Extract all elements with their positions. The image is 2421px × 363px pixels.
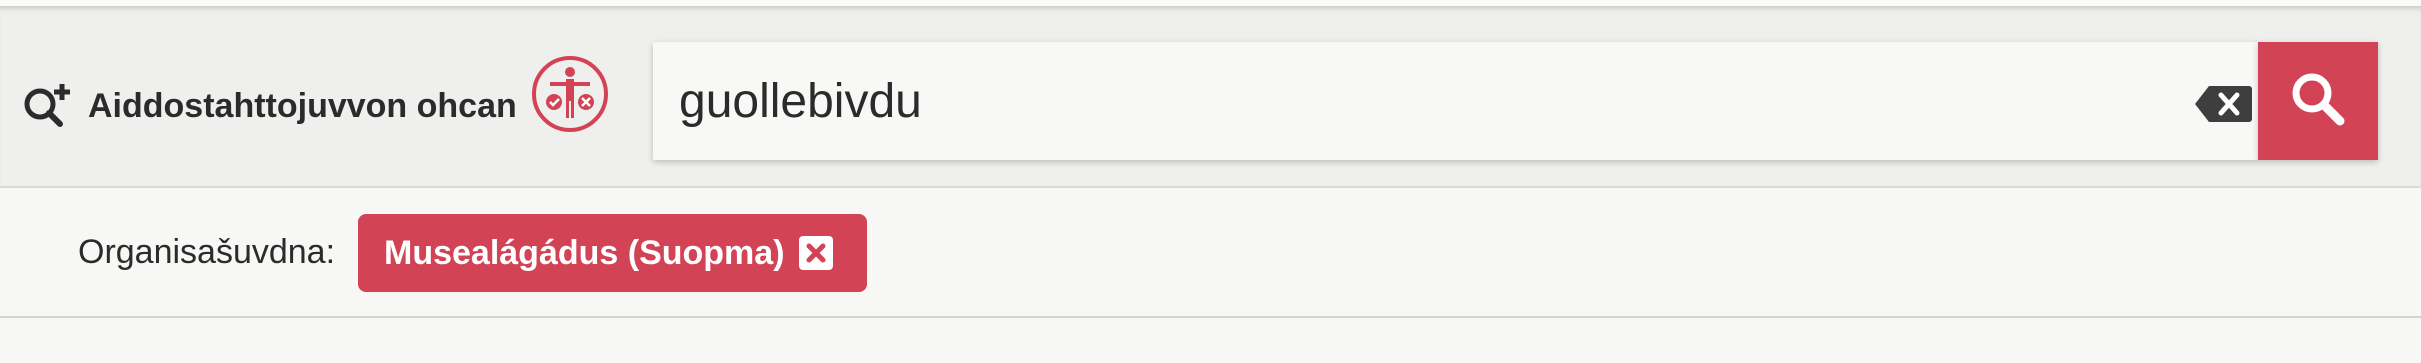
page-content-area (0, 318, 2421, 363)
search-button[interactable] (2258, 42, 2378, 160)
backspace-clear-icon[interactable] (2193, 84, 2253, 124)
search-header: Aiddostahttojuvvon ohcan (0, 6, 2421, 188)
filter-chip[interactable]: Musealágádus (Suopma) (358, 214, 867, 292)
search-box (653, 42, 2258, 160)
close-square-icon[interactable] (798, 236, 833, 270)
advanced-search-label: Aiddostahttojuvvon ohcan (88, 86, 517, 125)
advanced-search-link[interactable]: Aiddostahttojuvvon ohcan (22, 76, 517, 136)
search-plus-icon (22, 80, 74, 132)
active-filters-bar: Organisašuvdna: Musealágádus (Suopma) (0, 188, 2421, 318)
search-icon (2288, 69, 2348, 134)
filter-chip-label: Musealágádus (Suopma) (384, 233, 785, 272)
search-input[interactable] (679, 60, 2159, 142)
usage-rights-icon[interactable] (530, 54, 610, 134)
filter-label: Organisašuvdna: (78, 233, 336, 271)
